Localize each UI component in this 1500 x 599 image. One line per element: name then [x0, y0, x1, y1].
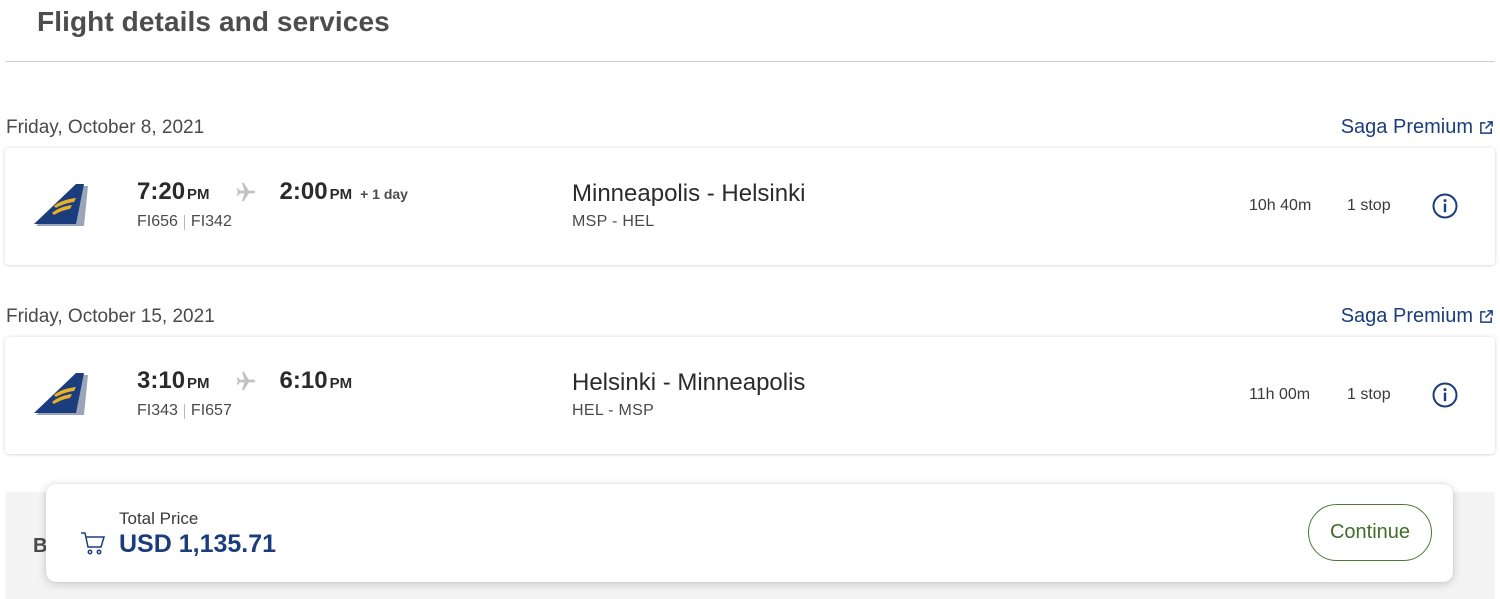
page-title: Flight details and services [37, 6, 390, 37]
departure-time: 7:20 [137, 178, 186, 205]
flight-stops: 1 stop [1347, 197, 1391, 214]
total-price-bar: Total Price USD 1,135.71 Continue [46, 484, 1453, 582]
fare-link-label: Saga Premium [1340, 305, 1473, 327]
flight-date: Friday, October 8, 2021 [6, 117, 205, 138]
flight-card: 7:20 PM 2:00 PM + 1 day FI656 FI342 Minn… [5, 148, 1495, 265]
info-icon[interactable] [1432, 193, 1458, 219]
plus-day-badge: + 1 day [360, 186, 408, 202]
flight-duration: 10h 40m [1249, 197, 1312, 214]
flight-duration: 11h 00m [1249, 386, 1311, 403]
departure-time: 3:10 [137, 367, 186, 394]
external-link-icon [1480, 121, 1493, 134]
fare-link-saga-premium[interactable]: Saga Premium [1341, 305, 1494, 328]
arrival-ampm: PM [329, 186, 353, 203]
fare-link-saga-premium[interactable]: Saga Premium [1341, 116, 1494, 139]
external-link-icon [1480, 310, 1493, 323]
arrival-time: 6:10 [279, 367, 328, 394]
departure-ampm: PM [187, 375, 210, 392]
flight-date: Friday, October 15, 2021 [6, 306, 215, 327]
flight-number: FI343 [137, 402, 178, 419]
route-name: Helsinki - Minneapolis [572, 369, 806, 396]
plane-icon [236, 371, 255, 391]
flight-number: FI657 [190, 402, 232, 419]
flight-number: FI342 [190, 213, 232, 230]
route-codes: MSP - HEL [572, 213, 655, 230]
flight-card: 3:10 PM 6:10 PM FI343 FI657 Helsinki - M… [5, 337, 1495, 454]
flight-number-separator [183, 403, 185, 419]
fare-link-label: Saga Premium [1340, 116, 1473, 138]
route-codes: HEL - MSP [572, 402, 655, 419]
flight-numbers: FI343 FI657 [137, 402, 232, 420]
total-price-value: USD 1,135.71 [119, 530, 277, 558]
arrival-time: 2:00 [279, 178, 328, 205]
cart-icon [81, 532, 106, 555]
plane-icon [236, 182, 255, 202]
arrival-ampm: PM [329, 375, 353, 392]
flight-number: FI656 [137, 213, 178, 230]
total-price-label: Total Price [119, 509, 199, 528]
flight-stops: 1 stop [1347, 386, 1391, 403]
title-divider [5, 61, 1495, 62]
info-icon[interactable] [1432, 382, 1458, 408]
flight-times: 7:20 PM 2:00 PM + 1 day [137, 178, 408, 206]
flight-number-separator [183, 214, 185, 230]
airline-logo-icon [34, 184, 88, 226]
airline-logo-icon [34, 373, 88, 415]
flight-numbers: FI656 FI342 [137, 213, 232, 231]
page: Flight details and services Friday, Octo… [0, 0, 1500, 599]
flight-times: 3:10 PM 6:10 PM [137, 367, 352, 395]
continue-button[interactable]: Continue [1308, 504, 1432, 561]
route-name: Minneapolis - Helsinki [572, 180, 806, 207]
departure-ampm: PM [187, 186, 210, 203]
